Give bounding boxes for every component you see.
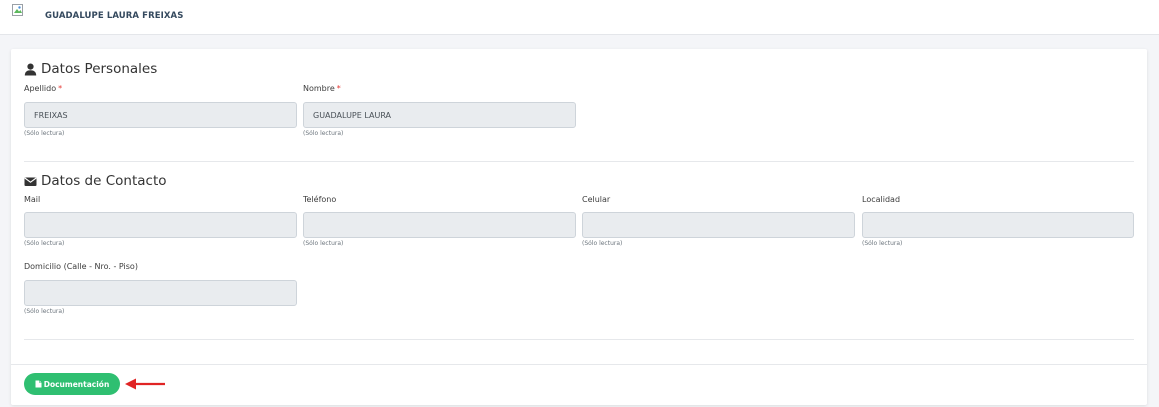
celular-label: Celular [582, 195, 611, 204]
celular-field[interactable] [582, 212, 855, 238]
required-mark: * [58, 84, 63, 93]
telefono-label: Teléfono [303, 195, 337, 204]
localidad-field[interactable] [862, 212, 1134, 238]
domicilio-field[interactable] [24, 280, 297, 306]
apellido-label-text: Apellido [24, 84, 57, 93]
section-title-contact: Datos de Contacto [24, 173, 167, 189]
broken-image-icon [12, 4, 24, 16]
documentacion-button[interactable]: Documentación [24, 373, 120, 395]
file-icon [35, 380, 42, 388]
envelope-icon [24, 175, 37, 188]
domicilio-label: Domicilio (Calle - Nro. - Piso) [24, 262, 138, 271]
profile-card: Datos Personales Apellido * FREIXAS (Sólo… [11, 49, 1147, 405]
domicilio-help: (Sólo lectura) [24, 308, 65, 315]
apellido-help: (Sólo lectura) [24, 130, 65, 137]
localidad-help: (Sólo lectura) [862, 240, 903, 247]
apellido-value: FREIXAS [34, 110, 68, 120]
footer-separator [11, 364, 1147, 365]
section-divider [24, 161, 1134, 162]
section-title-personal: Datos Personales [24, 61, 157, 77]
documentacion-button-label: Documentación [43, 379, 110, 389]
mail-field[interactable] [24, 212, 297, 238]
user-name: GUADALUPE LAURA FREIXAS [45, 11, 184, 21]
required-mark: * [336, 84, 341, 93]
nombre-value: GUADALUPE LAURA [313, 110, 392, 120]
mail-help: (Sólo lectura) [24, 240, 65, 247]
apellido-field[interactable]: FREIXAS [24, 102, 297, 128]
nombre-field[interactable]: GUADALUPE LAURA [303, 102, 576, 128]
celular-help: (Sólo lectura) [582, 240, 623, 247]
top-bar: GUADALUPE LAURA FREIXAS [0, 0, 1159, 35]
nombre-label-text: Nombre [303, 84, 335, 93]
section-title-personal-text: Datos Personales [41, 61, 158, 77]
user-icon [24, 63, 37, 76]
section-title-contact-text: Datos de Contacto [41, 173, 167, 189]
localidad-label: Localidad [862, 195, 901, 204]
nombre-label: Nombre * [303, 84, 341, 93]
mail-label: Mail [24, 195, 41, 204]
section-divider [24, 339, 1134, 340]
telefono-field[interactable] [303, 212, 576, 238]
telefono-help: (Sólo lectura) [303, 240, 344, 247]
nombre-help: (Sólo lectura) [303, 130, 344, 137]
left-arrow-icon [123, 376, 177, 392]
apellido-label: Apellido * [24, 84, 62, 93]
